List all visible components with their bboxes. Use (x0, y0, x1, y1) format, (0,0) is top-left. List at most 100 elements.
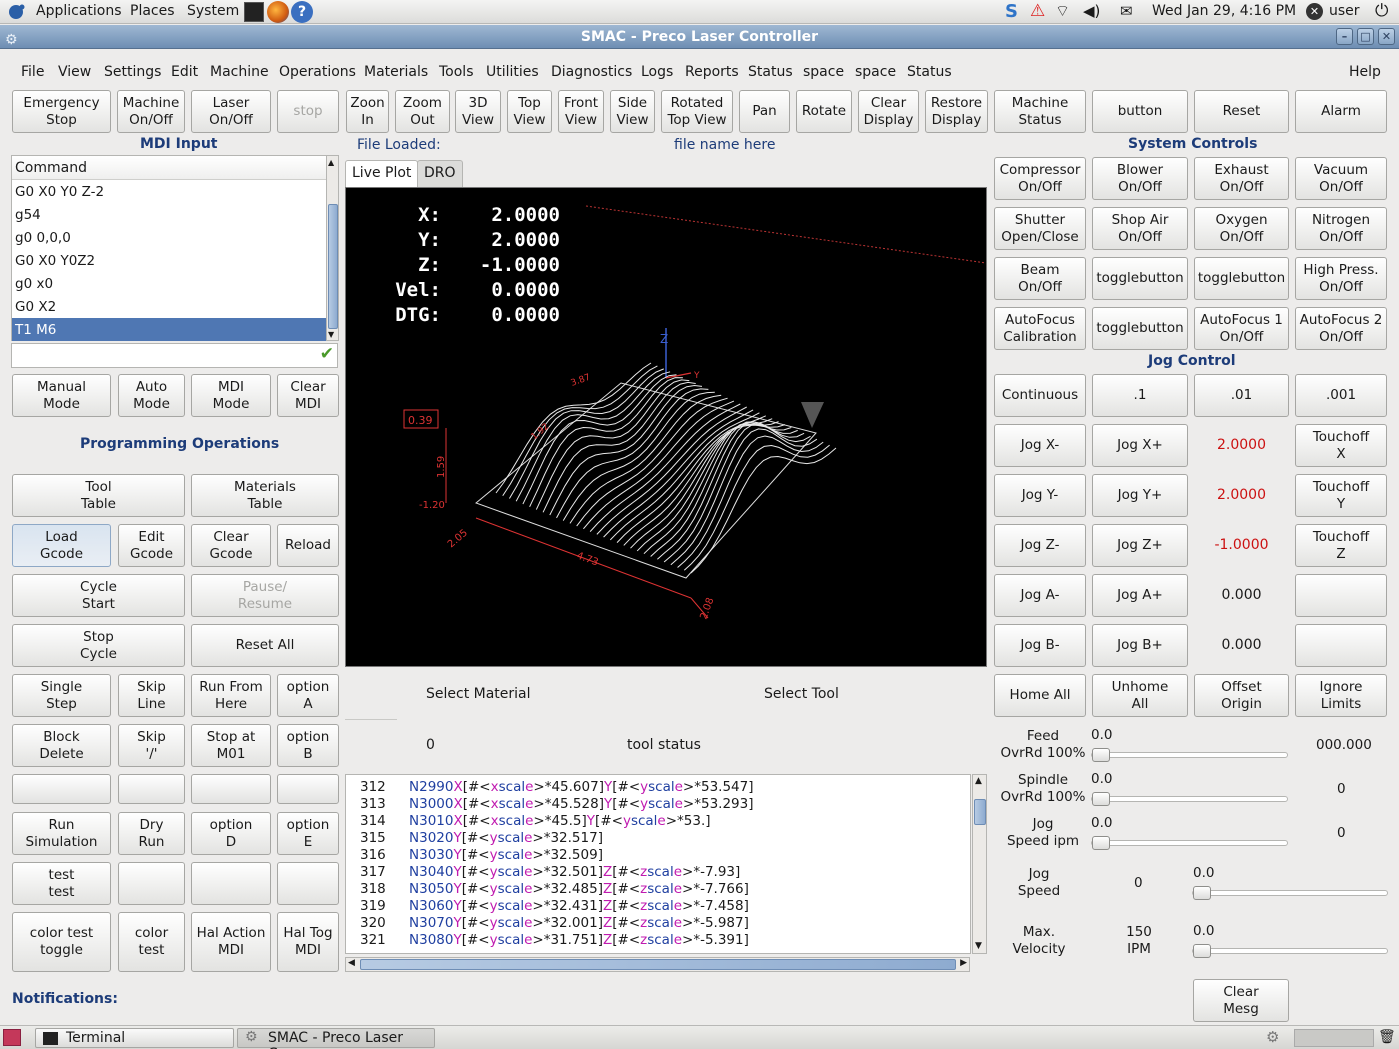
network-icon[interactable]: ⌔ (1055, 1, 1070, 21)
gnome-foot-icon[interactable] (6, 2, 28, 22)
touchoff-b-button[interactable] (1295, 624, 1387, 667)
touchoff-a-button[interactable] (1295, 574, 1387, 617)
togglebutton-1[interactable]: togglebutton (1092, 257, 1188, 300)
menu-materials[interactable]: Materials (364, 64, 428, 80)
run-from-here-button[interactable]: Run From Here (191, 674, 271, 717)
alarm-button[interactable]: Alarm (1295, 90, 1387, 133)
home-all-button[interactable]: Home All (994, 674, 1086, 717)
taskbar-smac[interactable]: ⚙ SMAC - Preco Laser Co... (237, 1028, 435, 1049)
menu-machine[interactable]: Machine (210, 64, 269, 80)
checkmark-icon[interactable]: ✔ (320, 344, 334, 364)
reset-all-button[interactable]: Reset All (191, 624, 339, 667)
update-icon[interactable]: S (1005, 1, 1018, 22)
togglebutton-3[interactable]: togglebutton (1092, 307, 1188, 350)
tab-live-plot[interactable]: Live Plot (345, 160, 419, 187)
jog-a-plus-button[interactable]: Jog A+ (1092, 574, 1188, 617)
stop-cycle-button[interactable]: Stop Cycle (12, 624, 185, 667)
shutdown-icon[interactable]: ⏻ (1375, 1, 1388, 21)
mdi-command-input[interactable]: ✔ (11, 343, 338, 368)
front-view-button[interactable]: Front View (558, 90, 604, 133)
laser-onoff-button[interactable]: Laser On/Off (191, 90, 271, 133)
option-b-button[interactable]: option B (277, 724, 339, 767)
shop-air-button[interactable]: Shop Air On/Off (1092, 207, 1188, 250)
dry-run-button[interactable]: Dry Run (118, 812, 185, 855)
beam-button[interactable]: Beam On/Off (994, 257, 1086, 300)
stop-button[interactable]: stop (277, 90, 339, 133)
block-delete-button[interactable]: Block Delete (12, 724, 111, 767)
feed-override-slider[interactable] (1091, 748, 1288, 762)
materials-table-button[interactable]: Materials Table (191, 474, 339, 517)
generic-button[interactable]: button (1092, 90, 1188, 133)
select-material-label[interactable]: Select Material (426, 686, 531, 702)
clock[interactable]: Wed Jan 29, 4:16 PM (1152, 3, 1296, 19)
blank-button-7[interactable] (277, 862, 339, 905)
menu-utilities[interactable]: Utilities (486, 64, 539, 80)
autofocus-2-button[interactable]: AutoFocus 2 On/Off (1295, 307, 1387, 350)
clear-messages-button[interactable]: Clear Mesg (1193, 979, 1289, 1022)
run-simulation-button[interactable]: Run Simulation (12, 812, 111, 855)
skip-line-button[interactable]: Skip Line (118, 674, 185, 717)
live-plot-canvas[interactable]: X: Y: Z: Vel: DTG: 2.0000 2.0000 -1.0000… (345, 187, 987, 667)
mdi-history-row[interactable]: G0 X0 Y0Z2 (12, 249, 326, 272)
test-test-button[interactable]: test test (12, 862, 111, 905)
jog-z-minus-button[interactable]: Jog Z- (994, 524, 1086, 567)
minimize-icon[interactable]: – (1336, 28, 1353, 45)
load-gcode-button[interactable]: Load Gcode (12, 524, 111, 567)
jog-x-plus-button[interactable]: Jog X+ (1092, 424, 1188, 467)
vacuum-button[interactable]: Vacuum On/Off (1295, 157, 1387, 200)
tool-table-button[interactable]: Tool Table (12, 474, 185, 517)
firefox-launcher-icon[interactable] (267, 1, 289, 23)
mdi-scroll-thumb[interactable] (328, 204, 338, 329)
menu-status-2[interactable]: Status (907, 64, 952, 80)
menu-edit[interactable]: Edit (171, 64, 198, 80)
mdi-mode-button[interactable]: MDI Mode (191, 374, 271, 417)
side-view-button[interactable]: Side View (610, 90, 655, 133)
single-step-button[interactable]: Single Step (12, 674, 111, 717)
menu-system[interactable]: System (187, 3, 239, 19)
jog-increment-0.1-button[interactable]: .1 (1092, 374, 1188, 417)
mdi-history-row[interactable]: T1 M6 (12, 318, 326, 341)
window-titlebar[interactable]: ⚙ SMAC - Preco Laser Controller – □ ✕ (0, 25, 1399, 49)
scroll-up-icon[interactable]: ▲ (328, 158, 334, 167)
menu-logs[interactable]: Logs (641, 64, 673, 80)
workspace-switcher[interactable] (1294, 1029, 1374, 1047)
select-tool-label[interactable]: Select Tool (764, 686, 839, 702)
pause-resume-button[interactable]: Pause/ Resume (191, 574, 339, 617)
warning-icon[interactable]: ⚠ (1030, 1, 1045, 21)
high-pressure-button[interactable]: High Press. On/Off (1295, 257, 1387, 300)
gcode-vscrollbar[interactable]: ▲ ▼ (972, 774, 987, 954)
auto-mode-button[interactable]: Auto Mode (118, 374, 185, 417)
scroll-left-icon[interactable]: ◀ (348, 958, 355, 968)
trash-icon[interactable]: 🗑 (1378, 1029, 1396, 1045)
mdi-history-row[interactable]: g0 x0 (12, 272, 326, 295)
blank-button-6[interactable] (191, 862, 271, 905)
blank-button-5[interactable] (118, 862, 185, 905)
compressor-button[interactable]: Compressor On/Off (994, 157, 1086, 200)
menu-help[interactable]: Help (1349, 64, 1381, 80)
menu-settings[interactable]: Settings (104, 64, 161, 80)
slider-knob[interactable] (1193, 886, 1211, 900)
mdi-history-row[interactable]: g54 (12, 203, 326, 226)
mail-icon[interactable]: ✉ (1120, 2, 1133, 20)
menu-operations[interactable]: Operations (279, 64, 356, 80)
jog-speed-ipm-slider[interactable] (1091, 836, 1288, 850)
scroll-down-icon[interactable]: ▼ (328, 330, 334, 339)
touchoff-z-button[interactable]: Touchoff Z (1295, 524, 1387, 567)
cycle-start-button[interactable]: Cycle Start (12, 574, 185, 617)
ignore-limits-button[interactable]: Ignore Limits (1295, 674, 1387, 717)
jog-y-minus-button[interactable]: Jog Y- (994, 474, 1086, 517)
rotate-button[interactable]: Rotate (796, 90, 852, 133)
menu-diagnostics[interactable]: Diagnostics (551, 64, 632, 80)
option-d-button[interactable]: option D (191, 812, 271, 855)
mdi-history-row[interactable]: G0 X2 (12, 295, 326, 318)
rotated-top-view-button[interactable]: Rotated Top View (661, 90, 733, 133)
menu-reports[interactable]: Reports (685, 64, 739, 80)
jog-b-plus-button[interactable]: Jog B+ (1092, 624, 1188, 667)
help-launcher-icon[interactable]: ? (291, 1, 313, 23)
mdi-history-row[interactable]: G0 X0 Y0 Z-2 (12, 180, 326, 203)
clear-mdi-button[interactable]: Clear MDI (277, 374, 339, 417)
blank-button-2[interactable] (118, 774, 185, 804)
hal-toggle-mdi-button[interactable]: Hal Tog MDI (277, 912, 339, 972)
menu-space-1[interactable]: space (803, 64, 844, 80)
unhome-all-button[interactable]: Unhome All (1092, 674, 1188, 717)
